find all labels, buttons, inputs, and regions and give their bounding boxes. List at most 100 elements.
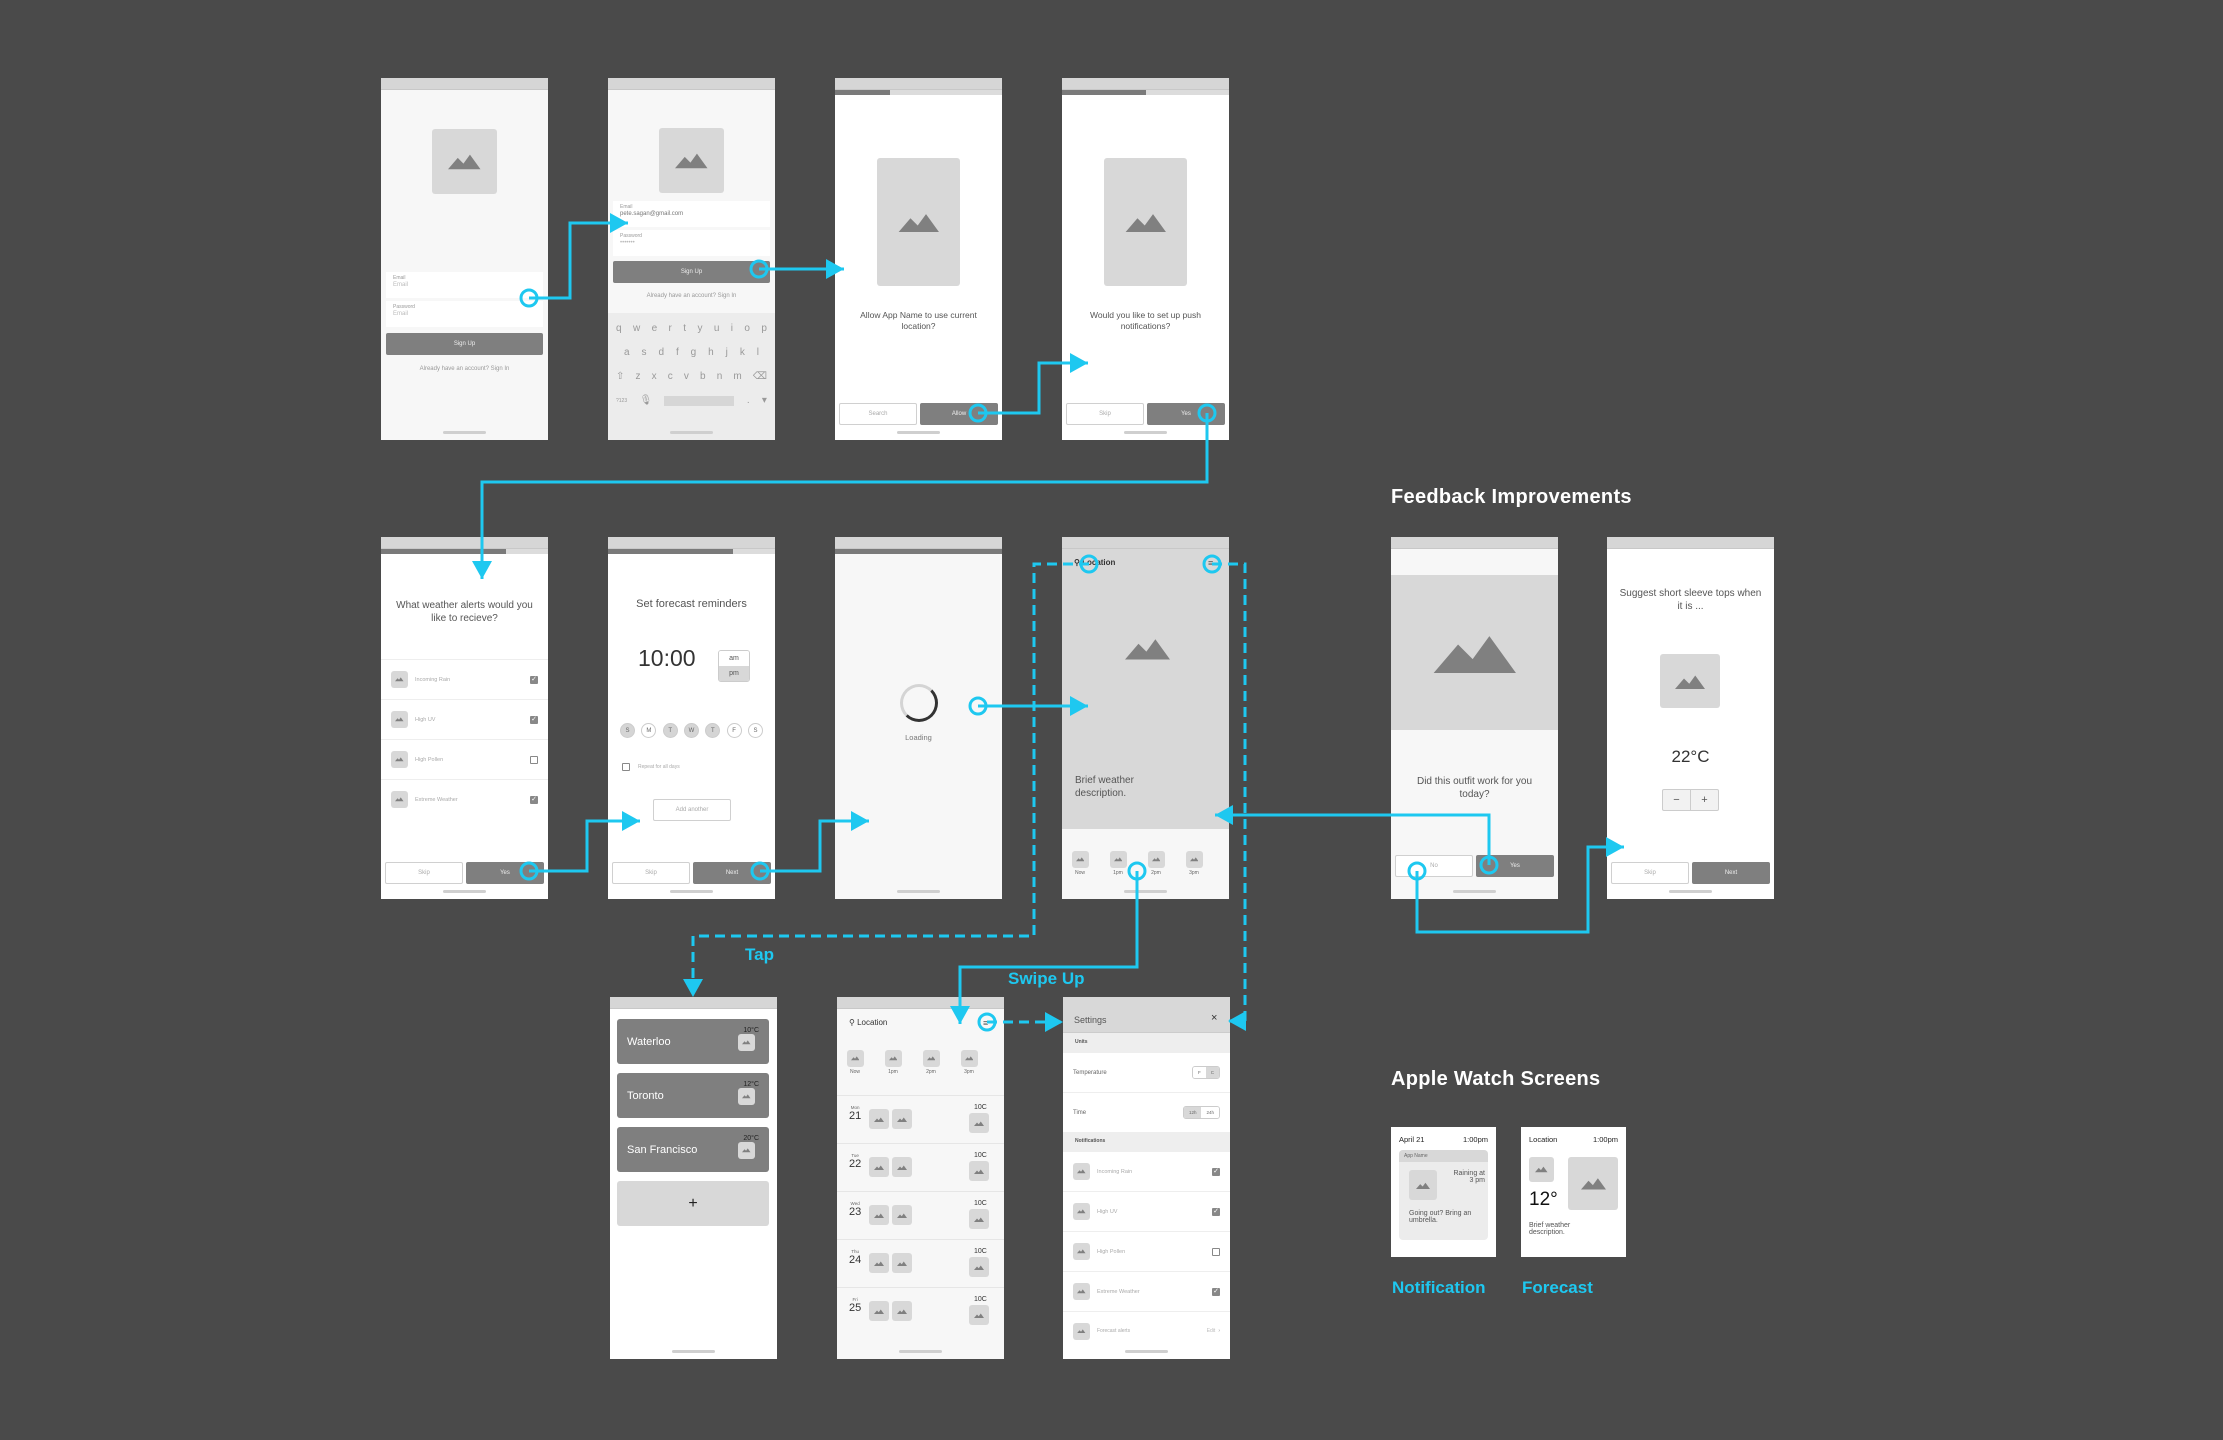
day-forecast-row[interactable]: Fri 25 10C [837,1287,1004,1335]
hour-item[interactable]: 13C2pm [916,1049,946,1075]
key[interactable]: s [642,347,647,358]
day-toggle[interactable]: F [726,723,742,738]
key[interactable]: e [652,323,658,334]
key[interactable]: ⌫ [753,371,767,382]
key[interactable]: ⇧ [616,371,624,382]
skip-button[interactable]: Skip [1611,862,1689,884]
key[interactable]: a [624,347,630,358]
space-key[interactable] [664,395,735,406]
sign-in-link[interactable]: Already have an account? Sign In [381,366,548,372]
location-button[interactable]: ⚲ Location [849,1018,887,1027]
add-another-button[interactable]: Add another [653,799,731,821]
day-toggle[interactable]: T [662,723,678,738]
temperature-unit-toggle[interactable]: FC [1192,1066,1220,1079]
key[interactable]: v [684,371,689,382]
hour-item[interactable]: 10CNow [840,1049,870,1075]
increment-button[interactable]: + [1691,790,1718,810]
password-field[interactable]: Password ••••••• [613,230,770,256]
mic-icon[interactable]: 🎙 [639,395,652,406]
checkbox[interactable] [1212,1247,1220,1256]
yes-button[interactable]: Yes [1147,403,1225,425]
keyboard-hide-icon[interactable]: ▾ [762,395,767,406]
key[interactable]: d [658,347,664,358]
alert-option-row[interactable]: High Pollen [1063,1231,1230,1271]
day-toggle[interactable]: S [620,723,635,738]
yes-button[interactable]: Yes [466,862,544,884]
email-field[interactable]: Email Email [386,272,543,298]
day-forecast-row[interactable]: Tue 22 10C [837,1143,1004,1191]
decrement-button[interactable]: − [1663,790,1691,810]
checkbox[interactable]: ✓ [1212,1167,1220,1176]
email-field[interactable]: Email pete.sagan@gmail.com [613,201,770,227]
sign-up-button[interactable]: Sign Up [613,261,770,283]
hourly-forecast[interactable]: 10CNow 11C1pm 13C2pm 11C3pm [1065,850,1229,880]
key[interactable]: o [744,323,750,334]
key[interactable]: w [633,323,640,334]
hour-item[interactable]: 11C1pm [1103,850,1133,876]
menu-icon[interactable]: ≡ [983,1018,988,1028]
checkbox[interactable]: ✓ [530,795,538,804]
checkbox[interactable]: ✓ [1212,1287,1220,1296]
key[interactable]: t [683,323,686,334]
key[interactable]: g [691,347,697,358]
checkbox[interactable]: ✓ [1212,1207,1220,1216]
alert-option-row[interactable]: High UV ✓ [381,699,548,739]
city-card[interactable]: San Francisco 20°C [617,1127,769,1172]
alert-option-row[interactable]: Incoming Rain ✓ [381,659,548,699]
key[interactable]: q [616,323,622,334]
key[interactable]: p [761,323,767,334]
alert-option-row[interactable]: Extreme Weather ✓ [1063,1271,1230,1311]
alert-option-row[interactable]: Extreme Weather ✓ [381,779,548,819]
checkbox[interactable]: ✓ [530,675,538,684]
menu-icon[interactable]: ≡ [1208,558,1213,568]
key[interactable]: y [697,323,702,334]
key[interactable]: k [740,347,745,358]
skip-button[interactable]: Skip [612,862,690,884]
next-button[interactable]: Next [693,862,771,884]
hour-item[interactable]: 11C3pm [954,1049,984,1075]
hour-item[interactable]: 11C3pm [1179,850,1209,876]
key[interactable]: i [731,323,733,334]
time-picker[interactable]: 10:00 [638,645,696,672]
close-icon[interactable]: × [1211,1012,1217,1024]
city-card[interactable]: Toronto 12°C [617,1073,769,1118]
day-forecast-row[interactable]: Mon 21 10C [837,1095,1004,1143]
no-button[interactable]: No [1395,855,1473,877]
key[interactable]: u [714,323,720,334]
temperature-stepper[interactable]: − + [1662,789,1719,811]
forecast-alerts-row[interactable]: Forecast alerts Edit › [1063,1311,1230,1350]
search-button[interactable]: Search [839,403,917,425]
add-city-button[interactable]: + [617,1181,769,1226]
key[interactable]: m [733,371,741,382]
alert-option-row[interactable]: High UV ✓ [1063,1191,1230,1231]
key[interactable]: c [668,371,673,382]
sign-up-button[interactable]: Sign Up [386,333,543,355]
hour-item[interactable]: 11C1pm [878,1049,908,1075]
hourly-forecast[interactable]: 10CNow 11C1pm 13C2pm 11C3pm [840,1049,1004,1079]
day-forecast-row[interactable]: Thu 24 10C [837,1239,1004,1287]
key[interactable]: r [669,323,672,334]
alert-option-row[interactable]: Incoming Rain ✓ [1063,1151,1230,1191]
day-toggle[interactable]: S [747,723,763,738]
day-toggle[interactable]: W [683,723,699,738]
key[interactable]: n [717,371,723,382]
day-toggle[interactable]: M [641,723,657,738]
checkbox[interactable]: ✓ [530,715,538,724]
key[interactable]: l [757,347,759,358]
day-toggle[interactable]: T [705,723,721,738]
repeat-checkbox[interactable]: Repeat for all days [622,763,680,771]
key[interactable]: j [726,347,728,358]
hour-item[interactable]: 13C2pm [1141,850,1171,876]
allow-button[interactable]: Allow [920,403,998,425]
yes-button[interactable]: Yes [1476,855,1554,877]
checkbox[interactable] [530,755,538,764]
skip-button[interactable]: Skip [385,862,463,884]
sign-in-link[interactable]: Already have an account? Sign In [608,293,775,299]
key[interactable]: f [676,347,679,358]
next-button[interactable]: Next [1692,862,1770,884]
am-pm-toggle[interactable]: am pm [718,650,750,682]
key[interactable]: b [700,371,706,382]
num-key[interactable]: ?123 [616,398,627,404]
skip-button[interactable]: Skip [1066,403,1144,425]
alert-option-row[interactable]: High Pollen [381,739,548,779]
